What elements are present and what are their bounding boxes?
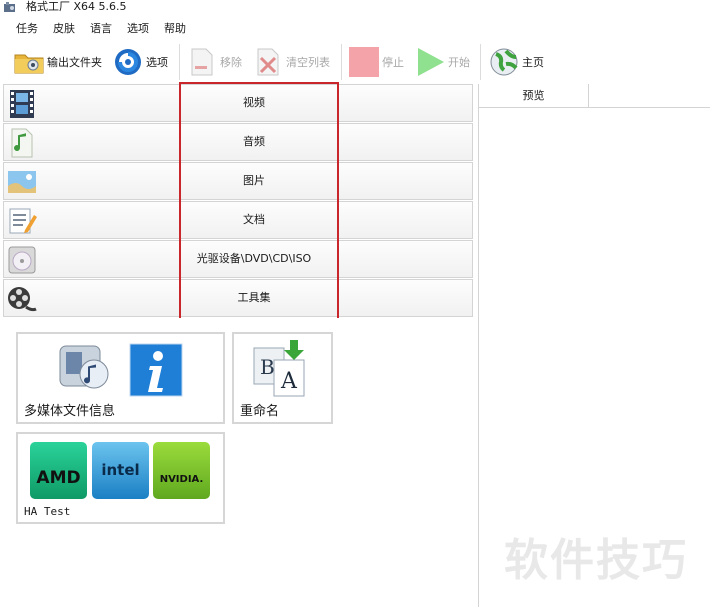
- document-pencil-icon: [9, 208, 37, 234]
- stop-label: 停止: [382, 56, 404, 69]
- film-icon: [10, 90, 34, 118]
- start-button[interactable]: 开始: [414, 43, 470, 81]
- options-gear-icon: [115, 49, 141, 75]
- amd-logo: AMD: [30, 442, 87, 499]
- folder-icon: [14, 54, 44, 74]
- window-title: 格式工厂 X64 5.6.5: [26, 0, 127, 13]
- clear-list-icon: [257, 48, 279, 76]
- play-icon: [418, 48, 444, 76]
- media-info-tool[interactable]: 多媒体文件信息: [16, 332, 225, 424]
- rename-label: 重命名: [240, 404, 280, 419]
- app-logo-icon: [4, 2, 15, 12]
- preview-header: 预览: [479, 84, 710, 108]
- remove-document-icon: [191, 48, 213, 76]
- info-icon: [129, 343, 183, 397]
- menu-skin[interactable]: 皮肤: [53, 21, 75, 37]
- menu-bar: 任务 皮肤 语言 选项 帮助: [0, 19, 710, 39]
- toolbar-separator: [179, 44, 180, 80]
- category-disc[interactable]: 光驱设备\DVD\CD\ISO: [3, 240, 473, 278]
- menu-options[interactable]: 选项: [127, 21, 149, 37]
- remove-button[interactable]: 移除: [186, 43, 242, 81]
- rename-tool[interactable]: B A 重命名: [232, 332, 333, 424]
- disc-drive-icon: [8, 246, 36, 274]
- output-folder-label: 输出文件夹: [47, 56, 102, 69]
- ha-test-tool[interactable]: AMD intel NVIDIA. HA Test: [16, 432, 225, 524]
- intel-logo: intel: [92, 442, 149, 499]
- stop-icon: [349, 47, 379, 77]
- category-document[interactable]: 文档: [3, 201, 473, 239]
- home-button[interactable]: 主页: [488, 43, 544, 81]
- options-label: 选项: [146, 56, 168, 69]
- category-label: 工具集: [237, 291, 271, 304]
- landscape-image-icon: [8, 171, 36, 193]
- rename-icon: B A: [253, 340, 305, 397]
- preview-column-header[interactable]: 预览: [479, 84, 589, 107]
- menu-language[interactable]: 语言: [90, 21, 112, 37]
- category-image[interactable]: 图片: [3, 162, 473, 200]
- film-reel-icon: [8, 287, 37, 312]
- svg-text:B: B: [260, 355, 275, 379]
- category-label: 音频: [243, 135, 265, 148]
- nvidia-logo: NVIDIA.: [153, 442, 210, 499]
- category-label: 光驱设备\DVD\CD\ISO: [196, 252, 312, 265]
- category-label: 视频: [243, 96, 265, 109]
- category-label: 图片: [243, 174, 265, 187]
- tools-area: 多媒体文件信息 B A 重命名 AMD intel NVIDIA. HA Tes…: [3, 318, 473, 607]
- category-panel: 视频 音频 图片 文档 光驱设备\DVD\CD\ISO 工具集: [3, 84, 473, 318]
- svg-text:A: A: [280, 369, 298, 394]
- category-video[interactable]: 视频: [3, 84, 473, 122]
- media-files-icon: [59, 345, 109, 389]
- clear-list-button[interactable]: 清空列表: [252, 43, 330, 81]
- title-bar: 格式工厂 X64 5.6.5: [0, 0, 710, 16]
- start-label: 开始: [448, 56, 470, 69]
- remove-label: 移除: [220, 56, 242, 69]
- output-folder-button[interactable]: 输出文件夹: [13, 43, 102, 81]
- ha-test-label: HA Test: [24, 505, 71, 518]
- options-button[interactable]: 选项: [112, 43, 168, 81]
- menu-task[interactable]: 任务: [16, 21, 38, 37]
- toolbar-separator: [480, 44, 481, 80]
- clear-list-label: 清空列表: [286, 56, 330, 69]
- watermark-text: 软件技巧: [504, 535, 688, 586]
- toolbar: 输出文件夹 选项 移除 清空列表 停止 开始 主页: [0, 40, 710, 84]
- menu-help[interactable]: 帮助: [164, 21, 186, 37]
- media-info-label: 多媒体文件信息: [24, 404, 116, 419]
- category-label: 文档: [243, 213, 265, 226]
- toolbar-separator: [341, 44, 342, 80]
- stop-button[interactable]: 停止: [348, 43, 404, 81]
- category-audio[interactable]: 音频: [3, 123, 473, 161]
- globe-icon: [490, 48, 518, 76]
- music-note-icon: [11, 128, 33, 158]
- category-tools[interactable]: 工具集: [3, 279, 473, 317]
- home-label: 主页: [522, 56, 544, 69]
